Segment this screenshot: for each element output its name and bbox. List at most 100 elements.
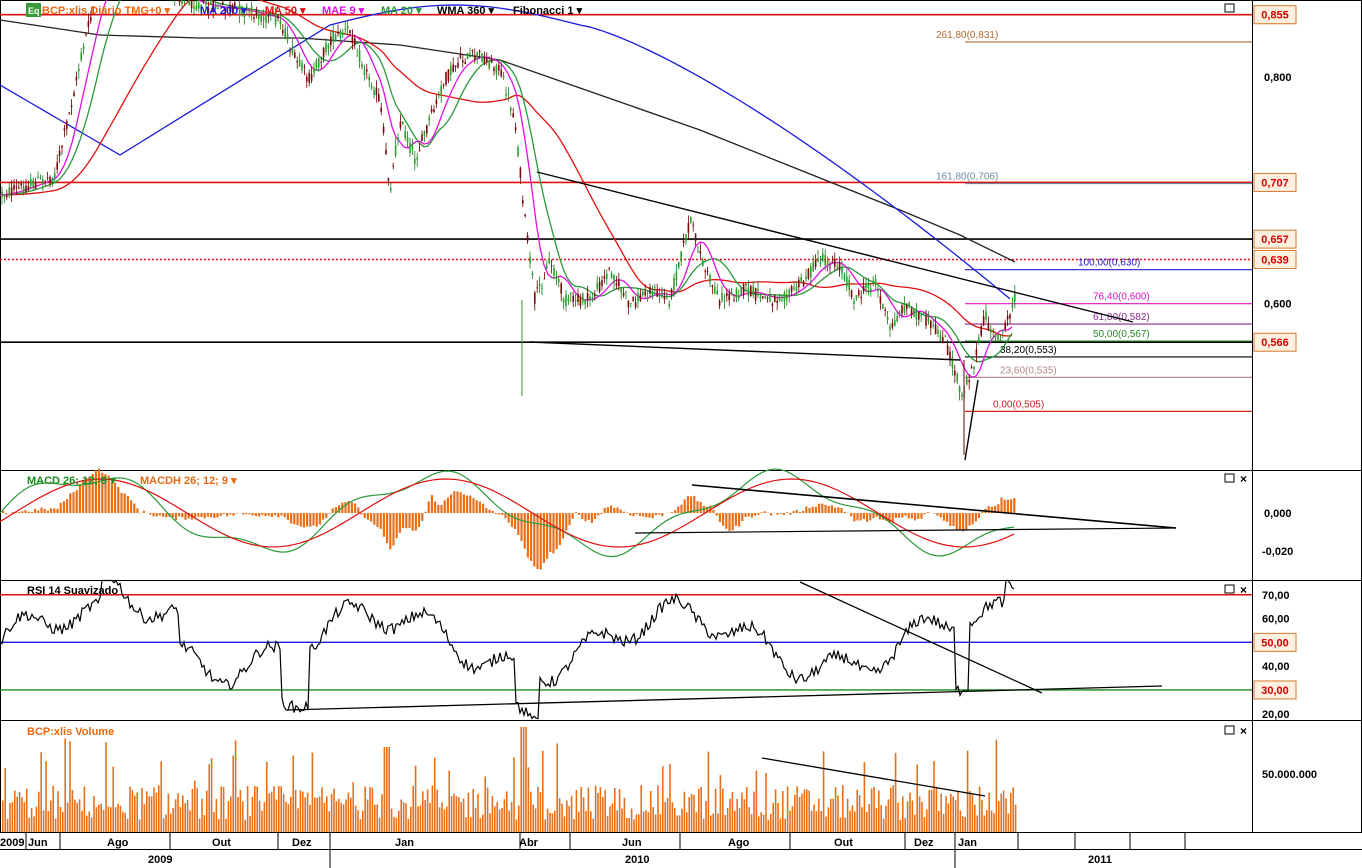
volume-bar [354,805,357,832]
volume-bar [263,802,266,832]
macdh-bar [43,508,46,513]
macdh-bar [574,512,577,513]
volume-bar [2,800,4,832]
volume-bar [1012,787,1014,832]
macdh-bar [453,491,456,513]
candle-body [776,300,778,304]
candle-body [279,20,282,25]
candle-body [831,261,834,263]
macdh-bar [162,513,165,517]
candle-body [646,298,649,300]
macdh-bar [350,502,353,513]
candle-body [745,283,747,286]
macd-tick-label: -0,020 [1262,546,1293,558]
candle-body [409,142,411,153]
volume-bar [628,817,630,832]
macdh-bar [280,513,283,516]
macdh-bar [661,513,664,517]
volume-bar [338,798,340,832]
volume-bar [760,812,762,832]
candle-body [987,322,990,331]
candle-body [723,300,726,302]
candle-body [253,17,255,19]
candle-body [476,52,478,59]
candle-body [404,130,406,138]
volume-bar [225,818,227,832]
volume-bar [42,810,45,832]
volume-bar [669,763,671,832]
indicator-menu-0[interactable]: BCP:xlis Diário TMG+0 ▾ [42,5,171,17]
candle-body [37,176,39,179]
macdh-title[interactable]: MACDH 26; 12; 9 ▾ [140,475,237,487]
candle-body [178,0,181,3]
fib-label: 0,00(0,505) [993,399,1044,410]
candle-body [291,46,294,55]
candle-body [332,31,334,42]
volume-bar [407,818,410,832]
volume-bar [839,817,842,832]
candle-body [1002,330,1004,332]
macdh-bar [178,513,181,517]
month-label: Abr [519,837,539,849]
candle-body [397,137,399,140]
candle-body [637,293,639,302]
macdh-bar [379,513,382,529]
volume-bar [503,799,506,832]
candle-body [790,286,793,292]
volume-bar [830,798,832,832]
volume-bar [702,818,705,832]
macdh-bar [270,513,273,517]
candle-body [474,55,476,60]
candle-body [558,279,560,283]
candle-body [548,259,550,264]
candle-body [699,251,702,254]
volume-bar [302,791,304,832]
indicator-menu-5[interactable]: WMA 360 ▾ [437,5,495,17]
candle-body [726,292,728,297]
macdh-bar [274,513,277,516]
macdh-bar [459,492,462,513]
rsi-close-icon[interactable]: × [1240,583,1247,597]
volume-bar [146,791,148,832]
volume-bar [657,785,659,832]
candle-body [1004,322,1006,330]
volume-bar [878,790,880,832]
volume-bar [892,785,894,832]
macdh-bar [638,513,641,516]
volume-bar [11,802,14,832]
macdh-bar [456,491,459,513]
volume-bar [981,799,983,832]
volume-bar [998,801,1000,832]
macd-close-icon[interactable]: × [1240,472,1247,486]
macdh-bar [213,513,216,518]
volume-bar [510,801,513,832]
volume-bar [299,790,302,832]
volume-bar [731,791,734,832]
indicator-menu-2[interactable]: MA 50 ▾ [265,5,306,17]
volume-bar [4,768,6,832]
volume-close-icon[interactable]: × [1240,724,1247,738]
macd-title[interactable]: MACD 26; 12; 9 ▾ [27,475,116,487]
volume-bar [467,792,470,832]
indicator-menu-6[interactable]: Fibonacci 1 ▾ [513,5,583,17]
indicator-menu-1[interactable]: MA 200 ▾ [200,5,247,17]
candle-body [853,300,855,304]
volume-bar [215,799,218,832]
volume-bar [743,799,746,832]
indicator-menu-3[interactable]: MAE 9 ▾ [322,5,365,17]
macdh-bar [219,513,222,516]
volume-bar [851,805,854,832]
macdh-bar [37,510,40,513]
candle-body [615,283,618,286]
macdh-bar [856,513,859,521]
volume-bar [14,790,16,832]
volume-bar [930,789,933,832]
candle-body [728,293,730,301]
candle-body [498,64,500,71]
candle-body [865,282,867,289]
volume-bar [429,802,431,832]
indicator-menu-4[interactable]: MA 20 ▾ [381,5,422,17]
chart-canvas: 0,855 0,707 0,657 0,639 0,566 0,800 0,600 261,8… [0,0,1362,868]
macdh-bar [312,513,315,526]
volume-bar [270,791,273,832]
